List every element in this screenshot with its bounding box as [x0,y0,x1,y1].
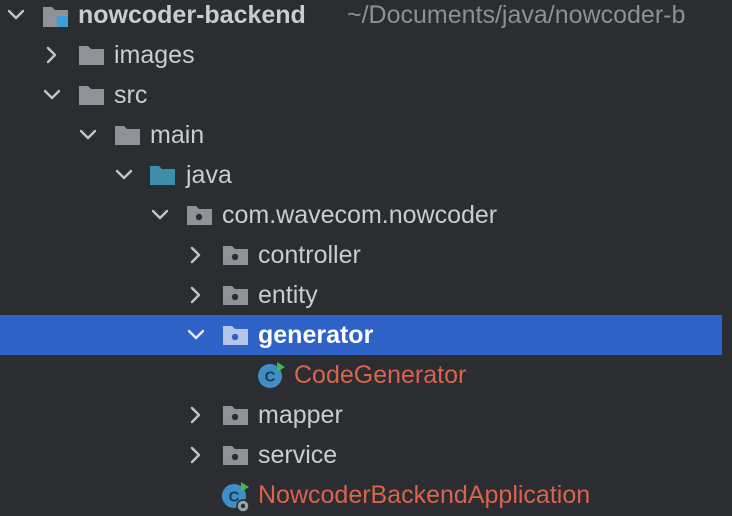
chevron-right-icon[interactable] [184,395,208,435]
folder-icon [114,123,140,147]
tree-label-application: NowcoderBackendApplication [258,481,591,509]
chevron-right-icon[interactable] [40,35,64,75]
tree-row-entity[interactable]: entity [0,275,732,315]
tree-row-main[interactable]: main [0,115,732,155]
java-class-icon: C [257,361,287,389]
tree-row-mapper[interactable]: mapper [0,395,732,435]
tree-row-java[interactable]: java [0,155,732,195]
chevron-right-icon[interactable] [184,235,208,275]
spring-boot-class-icon: C [221,481,251,513]
module-folder-icon [42,3,68,27]
chevron-right-icon[interactable] [184,275,208,315]
tree-label-main: main [150,121,205,149]
tree-label-mapper: mapper [258,401,343,429]
chevron-down-icon[interactable] [40,75,64,115]
tree-row-controller[interactable]: controller [0,235,732,275]
tree-label-src: src [114,81,148,109]
project-path: ~/Documents/java/nowcoder-b [347,1,686,29]
chevron-down-icon[interactable] [112,155,136,195]
tree-row-generator[interactable]: generator [0,315,722,355]
tree-label-java: java [186,161,232,189]
package-folder-icon [222,323,248,347]
tree-row-images[interactable]: images [0,35,732,75]
tree-row-src[interactable]: src [0,75,732,115]
source-folder-icon [149,163,175,187]
tree-row-code-generator[interactable]: C CodeGenerator [0,355,732,395]
chevron-right-icon[interactable] [184,435,208,475]
chevron-down-icon[interactable] [148,195,172,235]
folder-icon [78,43,104,67]
tree-label-service: service [258,441,338,469]
tree-label-package: com.wavecom.nowcoder [222,201,498,229]
package-folder-icon [222,403,248,427]
package-folder-icon [186,203,212,227]
tree-label-generator: generator [258,321,374,349]
package-folder-icon [222,283,248,307]
chevron-down-icon[interactable] [76,115,100,155]
tree-label-controller: controller [258,241,361,269]
svg-text:C: C [265,369,276,386]
tree-label-images: images [114,41,195,69]
project-name: nowcoder-backend [78,1,306,29]
project-tree: nowcoder-backend ~/Documents/java/nowcod… [0,0,732,516]
chevron-down-icon[interactable] [4,0,28,35]
chevron-down-icon[interactable] [184,315,208,355]
tree-label-entity: entity [258,281,318,309]
tree-row-service[interactable]: service [0,435,732,475]
tree-label-code-generator: CodeGenerator [294,361,467,389]
package-folder-icon [222,443,248,467]
folder-icon [78,83,104,107]
tree-row-application[interactable]: C NowcoderBackendApplication [0,475,732,515]
tree-row-project[interactable]: nowcoder-backend ~/Documents/java/nowcod… [0,0,732,35]
package-folder-icon [222,243,248,267]
tree-row-package[interactable]: com.wavecom.nowcoder [0,195,732,235]
